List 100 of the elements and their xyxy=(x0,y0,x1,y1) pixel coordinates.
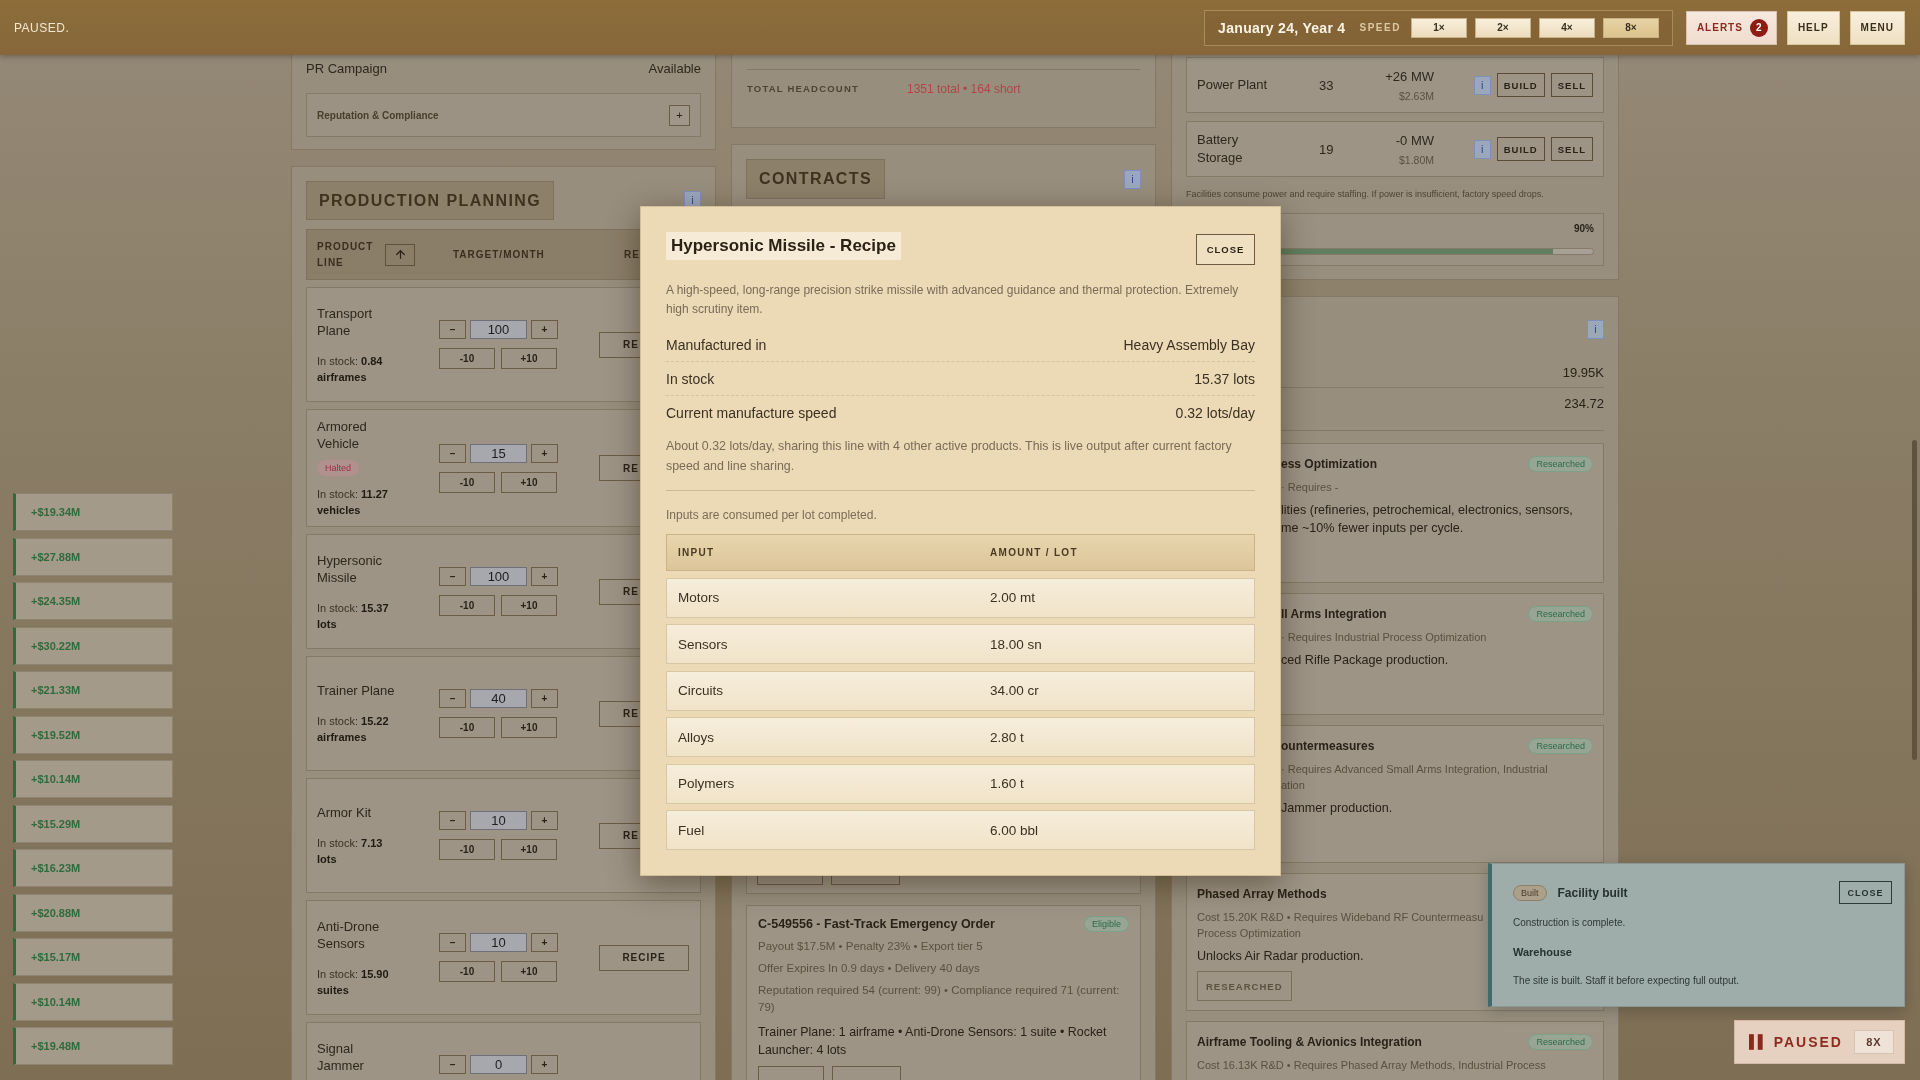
stepper-button[interactable]: – xyxy=(439,1055,466,1074)
speed-button[interactable]: 4× xyxy=(1538,17,1595,38)
facility-count: 19 xyxy=(1319,141,1335,157)
notification-title: Facility built xyxy=(1557,885,1628,900)
info-button[interactable]: i xyxy=(1587,319,1604,339)
info-button[interactable]: i xyxy=(1124,169,1141,189)
facility-action-button[interactable]: SELL xyxy=(1550,73,1593,97)
inputs-note: Inputs are consumed per lot completed. xyxy=(666,507,878,523)
status-badge: Researched xyxy=(1528,606,1593,622)
dialog-title: Hypersonic Missile - Recipe xyxy=(666,232,901,260)
stepper-button[interactable]: +10 xyxy=(501,717,557,738)
recipe-button[interactable]: RECIPE xyxy=(599,944,689,971)
research-description: Unlocks Air Radar production. xyxy=(1197,948,1364,965)
stepper-button[interactable]: +10 xyxy=(501,961,557,982)
research-requirement: Cost 15.20K R&D • Requires Wideband RF Countermeasu Process Optimization xyxy=(1197,910,1484,941)
status-badge: Eligible xyxy=(1083,916,1129,932)
info-button[interactable]: i xyxy=(1473,75,1491,95)
setting-value: Available xyxy=(648,60,701,76)
facility-count: 33 xyxy=(1319,77,1335,93)
stepper-button[interactable]: – xyxy=(439,933,466,952)
facility-price: $2.63M xyxy=(1398,89,1434,102)
status-text: PAUSED. xyxy=(14,20,70,35)
fact-value: 15.37 lots xyxy=(1194,370,1255,387)
close-button[interactable]: CLOSE xyxy=(1839,881,1892,904)
stepper-button[interactable]: + xyxy=(531,567,558,586)
research-description: lities (refineries, petrochemical, electronics, sensors, me ~10% fewer inputs per cycle. xyxy=(1281,502,1573,537)
speed-button[interactable]: 8× xyxy=(1602,17,1659,38)
target-input[interactable]: 15 xyxy=(470,443,527,463)
stepper-button[interactable]: +10 xyxy=(501,839,557,860)
target-input[interactable]: 40 xyxy=(470,689,527,708)
date-text: January 24, Year 4 xyxy=(1218,19,1346,36)
toolbar-button[interactable]: MENU xyxy=(1849,10,1905,45)
stepper-button[interactable]: +10 xyxy=(501,595,557,616)
stepper-button[interactable]: + xyxy=(531,689,558,708)
table-cell-text: 2.00 mt xyxy=(990,590,1037,605)
expand-button[interactable]: + xyxy=(669,104,690,126)
target-input[interactable]: 10 xyxy=(470,811,527,830)
stepper-button[interactable]: -10 xyxy=(439,839,495,860)
stepper-button[interactable]: -10 xyxy=(439,961,495,982)
info-button[interactable]: i xyxy=(1473,139,1491,159)
income-notice: +$10.14M xyxy=(13,760,173,798)
fact-label: Current manufacture speed xyxy=(666,405,837,421)
target-input[interactable]: 100 xyxy=(470,320,527,339)
stepper-button[interactable]: + xyxy=(531,320,558,339)
pause-label: PAUSED xyxy=(1773,1034,1843,1050)
target-input[interactable]: 10 xyxy=(470,933,527,952)
speed-button[interactable]: 2× xyxy=(1474,17,1531,38)
stepper-button[interactable]: -10 xyxy=(439,471,495,493)
stepper-button[interactable]: – xyxy=(439,320,466,339)
speed-button[interactable]: 1× xyxy=(1410,17,1467,38)
contract-detail: Reputation required 54 (current: 99) • Compliance required 71 (current: 79) xyxy=(758,983,1121,1015)
stepper-button[interactable]: – xyxy=(439,689,466,708)
sort-button[interactable] xyxy=(385,243,415,266)
facility-action-button[interactable]: BUILD xyxy=(1496,137,1545,161)
fact-value: 0.32 lots/day xyxy=(1175,405,1255,421)
stepper-button[interactable]: – xyxy=(439,443,466,463)
alerts-button[interactable]: ALERTS 2 xyxy=(1685,10,1777,45)
stepper-button[interactable]: + xyxy=(531,1055,558,1074)
scrollbar-thumb[interactable] xyxy=(1912,440,1917,760)
stepper-button[interactable]: -10 xyxy=(439,595,495,616)
facility-name: Battery Storage xyxy=(1197,131,1244,167)
stepper-button[interactable]: – xyxy=(439,567,466,586)
headcount-value: 1351 total • 164 short xyxy=(907,81,1021,96)
stepper-button[interactable]: +10 xyxy=(501,348,557,369)
table-cell-text: Sensors xyxy=(678,636,729,652)
contract-title: C-549556 - Fast-Track Emergency Order xyxy=(758,917,995,931)
power-output: +26 MW xyxy=(1385,68,1434,84)
status-badge: Researched xyxy=(1528,738,1593,754)
income-notice: +$19.48M xyxy=(13,1027,173,1065)
income-notice: +$24.35M xyxy=(13,582,173,620)
toolbar-button[interactable]: HELP xyxy=(1786,10,1840,45)
stepper-button[interactable]: -10 xyxy=(439,348,495,369)
stepper-button[interactable]: + xyxy=(531,811,558,830)
stepper-button[interactable]: + xyxy=(531,933,558,952)
stock-text: In stock: 15.37 lots xyxy=(317,600,390,632)
facility-name: Power Plant xyxy=(1197,76,1269,94)
output-note: About 0.32 lots/day, sharing this line with 4 other active products. This is live output after current factory speed and line sharing. xyxy=(666,438,1233,475)
stepper-button[interactable]: – xyxy=(439,811,466,830)
facility-action-button[interactable]: SELL xyxy=(1550,137,1593,161)
table-cell-text: 18.00 sn xyxy=(990,636,1043,652)
table-cell-text: Circuits xyxy=(678,683,724,698)
close-button[interactable]: CLOSE xyxy=(1196,234,1255,265)
target-input[interactable]: 100 xyxy=(470,567,527,586)
stepper-button[interactable]: + xyxy=(531,443,558,463)
stepper-button[interactable]: +10 xyxy=(501,471,557,493)
table-cell-text: 34.00 cr xyxy=(990,683,1040,698)
section-title: Reputation & Compliance xyxy=(317,109,439,121)
stat-value: 19.95K xyxy=(1562,364,1604,380)
setting-label: PR Campaign xyxy=(306,60,387,76)
product-description: A high-speed, long-range precision strike missile with advanced guidance and thermal protection. Extremely high scrutiny item. xyxy=(666,282,1240,318)
facility-name: Warehouse xyxy=(1513,946,1573,958)
speed-label: SPEED xyxy=(1359,22,1401,33)
income-notice: +$19.52M xyxy=(13,715,173,754)
table-cell-text: Polymers xyxy=(678,776,736,791)
facility-action-button[interactable]: BUILD xyxy=(1496,73,1545,97)
panel-heading: CONTRACTS xyxy=(746,159,886,199)
research-title: ountermeasures xyxy=(1281,739,1375,753)
stepper-button[interactable]: -10 xyxy=(439,717,495,738)
target-input[interactable]: 0 xyxy=(470,1055,527,1074)
arrow-up-icon xyxy=(393,248,407,261)
